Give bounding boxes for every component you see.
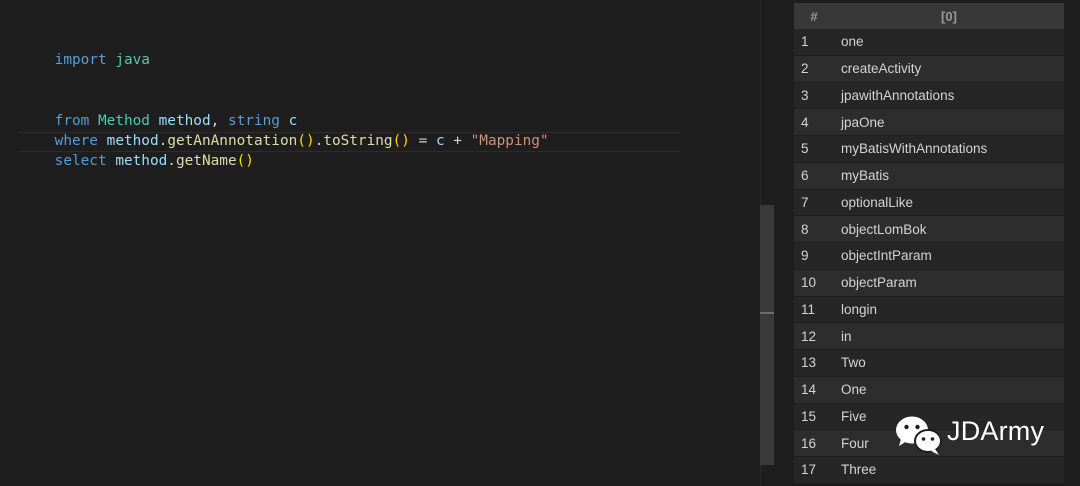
row-index: 9 xyxy=(794,242,834,270)
row-index: 17 xyxy=(794,456,834,484)
code-line-1[interactable]: import java xyxy=(20,30,150,68)
editor-scrollbar-thumb[interactable] xyxy=(760,205,774,465)
row-value[interactable]: objectLomBok xyxy=(834,215,1064,243)
keyword-select: select xyxy=(54,153,107,169)
module-java: java xyxy=(115,52,150,68)
row-value[interactable]: jpawithAnnotations xyxy=(834,82,1064,110)
row-index: 3 xyxy=(794,82,834,110)
row-index: 2 xyxy=(794,55,834,83)
code-line-where[interactable]: where method.getAnAnnotation().toString(… xyxy=(20,111,549,149)
keyword-import: import xyxy=(54,52,107,68)
row-index: 11 xyxy=(794,296,834,324)
parens: () xyxy=(236,153,254,169)
row-index: 7 xyxy=(794,189,834,217)
row-value[interactable]: myBatisWithAnnotations xyxy=(834,135,1064,163)
result-row[interactable]: 11 longin xyxy=(794,296,1064,324)
row-index: 12 xyxy=(794,322,834,350)
result-row[interactable]: 8 objectLomBok xyxy=(794,215,1064,243)
row-index: 8 xyxy=(794,215,834,243)
dot: . xyxy=(167,153,176,169)
watermark-text: JDArmy xyxy=(947,416,1045,446)
code-line-select[interactable]: select method.getName() xyxy=(20,131,254,169)
result-row[interactable]: 5 myBatisWithAnnotations xyxy=(794,135,1064,163)
result-row[interactable]: 6 myBatis xyxy=(794,162,1064,190)
row-value[interactable]: optionalLike xyxy=(834,189,1064,217)
row-value[interactable]: one xyxy=(834,29,1064,56)
result-row[interactable]: 7 optionalLike xyxy=(794,189,1064,217)
string-literal: "Mapping" xyxy=(470,133,549,149)
row-value[interactable]: Two xyxy=(834,349,1064,377)
parens: () xyxy=(392,133,410,149)
panel-gutter xyxy=(774,0,794,486)
result-row[interactable]: 9 objectIntParam xyxy=(794,242,1064,270)
call-getName: getName xyxy=(175,153,237,169)
result-row[interactable]: 17 Three xyxy=(794,456,1064,484)
row-index: 6 xyxy=(794,162,834,190)
plus-operator: + xyxy=(453,133,462,149)
dot: . xyxy=(314,133,324,149)
code-line-from[interactable]: from Method method, string c xyxy=(20,91,298,129)
result-row[interactable]: 13 Two xyxy=(794,349,1064,377)
row-index: 10 xyxy=(794,269,834,297)
result-row[interactable]: 10 objectParam xyxy=(794,269,1064,297)
row-value[interactable]: jpaOne xyxy=(834,108,1064,136)
equals-operator: = xyxy=(418,133,428,149)
row-value[interactable]: myBatis xyxy=(834,162,1064,190)
call-toString: toString xyxy=(323,133,393,149)
row-index: 14 xyxy=(794,376,834,404)
result-row[interactable]: 14 One xyxy=(794,376,1064,404)
result-row[interactable]: 2 createActivity xyxy=(794,55,1064,83)
row-value[interactable]: longin xyxy=(834,296,1064,324)
result-row[interactable]: 1 one xyxy=(794,29,1064,56)
row-value[interactable]: in xyxy=(834,322,1064,350)
row-index: 16 xyxy=(794,429,834,457)
column-header-0[interactable]: [0] xyxy=(834,3,1064,29)
result-row[interactable]: 3 jpawithAnnotations xyxy=(794,82,1064,110)
var-c-ref: c xyxy=(435,133,445,149)
result-row[interactable]: 4 jpaOne xyxy=(794,108,1064,136)
scrollbar-position-marker xyxy=(760,312,774,314)
row-index: 5 xyxy=(794,135,834,163)
results-header-row: # [0] xyxy=(794,3,1064,29)
parens: () xyxy=(297,133,315,149)
row-value[interactable]: One xyxy=(834,376,1064,404)
row-value[interactable]: objectIntParam xyxy=(834,242,1064,270)
row-index: 1 xyxy=(794,29,834,56)
row-value[interactable]: objectParam xyxy=(834,269,1064,297)
watermark: JDArmy xyxy=(893,412,1073,460)
column-header-index[interactable]: # xyxy=(794,3,834,29)
row-index: 13 xyxy=(794,349,834,377)
row-value[interactable]: createActivity xyxy=(834,55,1064,83)
row-value[interactable]: Three xyxy=(834,456,1064,484)
row-index: 4 xyxy=(794,108,834,136)
wechat-icon xyxy=(896,416,942,455)
result-row[interactable]: 12 in xyxy=(794,322,1064,350)
row-index: 15 xyxy=(794,403,834,431)
query-editor[interactable]: import java from Method method, string c… xyxy=(0,0,760,486)
var-method-ref: method xyxy=(115,153,168,169)
